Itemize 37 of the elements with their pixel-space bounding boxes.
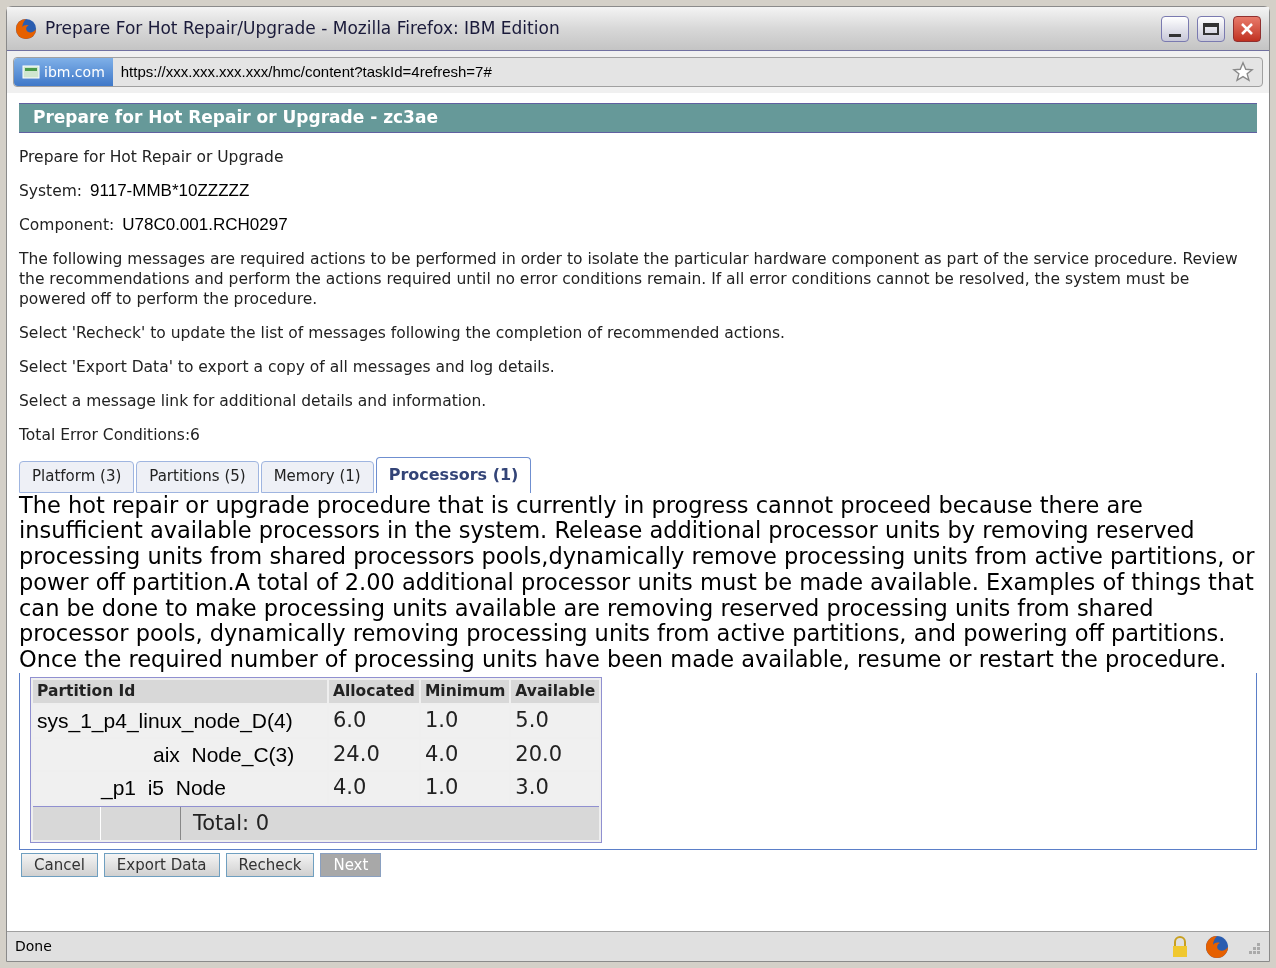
address-bar[interactable]: ibm.com https://xxx.xxx.xxx.xxx/hmc/content?taskId=4refresh=7# [13, 57, 1263, 87]
info-text: Select 'Export Data' to export a copy of all messages and log details. [19, 356, 556, 377]
field-value: U78C0.001.RCH0297 [122, 214, 288, 235]
tab[interactable]: Memory (1) [260, 460, 374, 493]
field-value: 9117-MMB*10ZZZZZ [90, 180, 250, 201]
error-message: The hot repair or upgrade procedure that is currently in progress cannot proceed because there are insufficient available processors in the system. Release additional processor units by removing reserved processing units from shared processors pools,dynamically remove processing units from active partitions, or power off partition.A total of 2.00 additional processor units must be made available. Examples of things that can be done to make processing units available are removing reserved processing units from shared processor pools, dynamically removing processing units from active partitions, and powering off partitions. Once the required number of processing units have been made available, resume or restart the procedure. [19, 492, 1256, 674]
window-title: Prepare For Hot Repair/Upgrade - Mozilla Firefox: IBM Edition [45, 16, 561, 40]
action-button[interactable]: Recheck [225, 852, 315, 877]
browser-logo-icon [15, 17, 37, 40]
padlock-icon [1171, 935, 1189, 958]
action-button[interactable]: Export Data [103, 852, 220, 877]
maximize-button[interactable] [1197, 15, 1225, 42]
url-text: https://xxx.xxx.xxx.xxx/hmc/content?taskId=4refresh=7# [119, 61, 493, 82]
field-label: Component: [19, 214, 115, 235]
status-text: Done [15, 937, 53, 956]
minimize-button[interactable] [1161, 15, 1189, 42]
column-header: Partition Id [33, 680, 327, 704]
column-header: Allocated [329, 680, 419, 704]
tab[interactable]: Processors (1) [375, 456, 532, 493]
info-text: Select a message link for additional details and information. [19, 390, 488, 411]
site-icon [22, 64, 40, 80]
tab[interactable]: Platform (3) [19, 460, 135, 493]
info-text: The following messages are required actions to be performed in order to isolate the particular hardware component as part of the service procedure. Review the recommendations and perform the actions required until no error conditions remain. If all error conditions cannot be resolved, the system must be powered off to perform the procedure. [19, 248, 1239, 309]
field-label: System: [19, 180, 83, 201]
close-button[interactable] [1233, 15, 1261, 42]
column-header: Available [511, 680, 600, 704]
browser-logo-icon [1205, 934, 1229, 959]
total-text: Total: 0 [192, 809, 270, 837]
info-text: Prepare for Hot Repair or Upgrade [19, 146, 285, 167]
page-header: Prepare for Hot Repair or Upgrade - zc3ae [19, 103, 1257, 133]
action-button[interactable]: Cancel [21, 852, 98, 877]
column-header: Minimum [420, 680, 510, 704]
info-text: Select 'Recheck' to update the list of messages following the completion of recommended actions. [19, 322, 787, 343]
tab[interactable]: Partitions (5) [136, 460, 259, 493]
star-icon[interactable] [1232, 61, 1254, 83]
close-icon [1240, 21, 1254, 36]
info-text: Total Error Conditions:6 [19, 424, 201, 445]
